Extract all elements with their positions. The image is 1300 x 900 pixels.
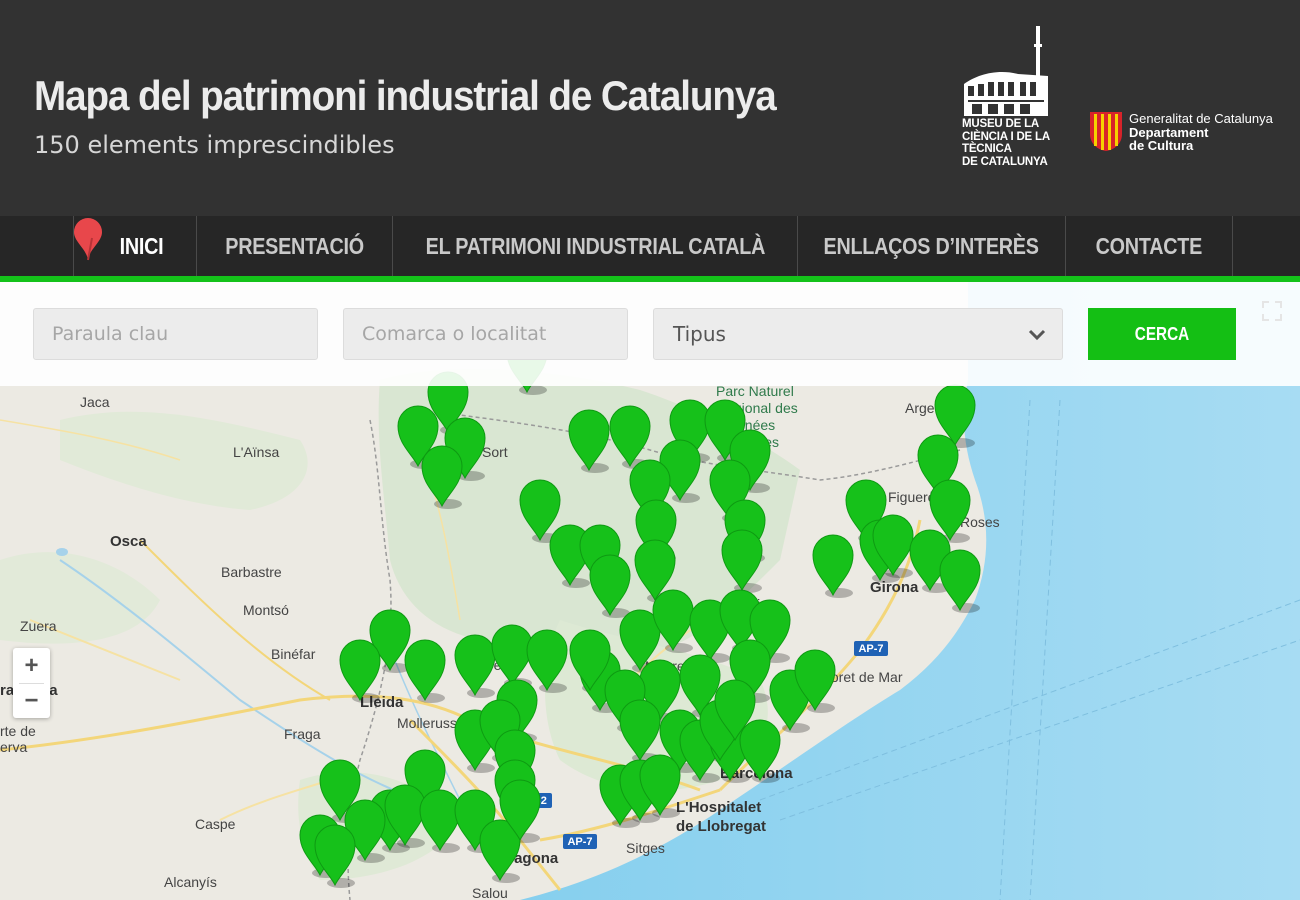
type-select-value: Tipus <box>673 322 726 346</box>
nav-item-enllacos[interactable]: ENLLAÇOS D’INTERÈS <box>797 216 1065 276</box>
place-label: erva <box>0 739 27 755</box>
place-label: L'Aïnsa <box>233 444 279 460</box>
place-label: Caspe <box>195 816 236 832</box>
place-label: Fraga <box>284 726 321 742</box>
place-label: Montsó <box>243 602 289 618</box>
fullscreen-icon[interactable] <box>1261 300 1283 322</box>
place-label: Sort <box>482 444 508 460</box>
place-label: Osca <box>110 533 147 550</box>
site-header: Mapa del patrimoni industrial de Catalun… <box>0 0 1300 216</box>
place-label: Sitges <box>626 840 665 856</box>
nav-item-presentacio[interactable]: PRESENTACIÓ <box>196 216 392 276</box>
main-nav: INICI PRESENTACIÓ EL PATRIMONI INDUSTRIA… <box>0 216 1300 276</box>
nav-item-patrimoni[interactable]: EL PATRIMONI INDUSTRIAL CATALÀ <box>392 216 797 276</box>
search-button-label: CERCA <box>1134 323 1190 344</box>
road-shield: AP-7 <box>563 834 597 849</box>
generalitat-line-3: de Cultura <box>1129 138 1194 153</box>
nav-accent-bar <box>0 276 1300 282</box>
place-label: Salou <box>472 885 508 900</box>
place-label: Barbastre <box>221 564 282 580</box>
museum-logo-text: MUSEU DE LA CIÈNCIA I DE LA TÈCNICA DE C… <box>962 118 1050 168</box>
search-button[interactable]: CERCA <box>1088 308 1236 360</box>
place-label: Binéfar <box>271 646 316 662</box>
zoom-in-button[interactable]: + <box>13 648 50 683</box>
nav-item-label: INICI <box>119 232 163 259</box>
place-label: L'Hospitalet <box>676 799 761 816</box>
zoom-out-button[interactable]: − <box>13 683 50 718</box>
nav-item-label: ENLLAÇOS D’INTERÈS <box>823 232 1040 259</box>
place-label: Alcanyís <box>164 874 217 890</box>
nav-divider <box>1232 216 1233 276</box>
place-label: Zuera <box>20 618 57 634</box>
nav-item-label: CONTACTE <box>1095 232 1203 259</box>
type-select[interactable]: Tipus <box>653 308 1063 360</box>
road-shield: AP-7 <box>854 641 888 656</box>
page-title: Mapa del patrimoni industrial de Catalun… <box>34 72 777 119</box>
keyword-input[interactable] <box>33 308 318 360</box>
generalitat-line-1: Generalitat de Catalunya <box>1129 111 1273 126</box>
nav-item-label: EL PATRIMONI INDUSTRIAL CATALÀ <box>425 232 765 259</box>
nav-item-label: PRESENTACIÓ <box>225 232 364 259</box>
svg-text:AP-7: AP-7 <box>567 836 592 848</box>
place-label: rte de <box>0 723 36 739</box>
place-input[interactable] <box>343 308 628 360</box>
page-subtitle: 150 elements imprescindibles <box>34 131 395 159</box>
map-pin-icon <box>74 218 102 261</box>
place-label: de Llobregat <box>676 818 766 835</box>
zoom-control: + − <box>13 648 50 718</box>
nav-item-contacte[interactable]: CONTACTE <box>1065 216 1232 276</box>
svg-text:AP-7: AP-7 <box>858 643 883 655</box>
generalitat-logo-icon[interactable] <box>1086 110 1126 152</box>
place-label: Jaca <box>80 394 110 410</box>
chevron-down-icon <box>1028 329 1046 341</box>
